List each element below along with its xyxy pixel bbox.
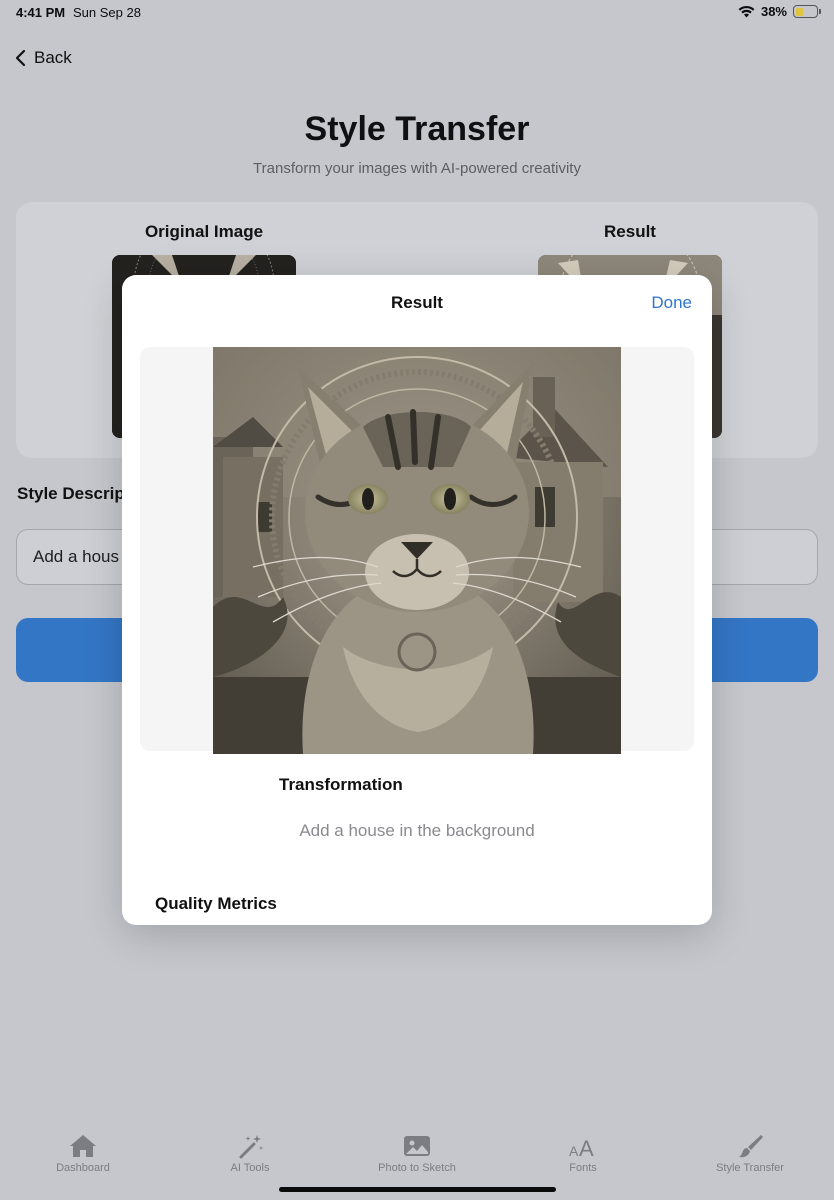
quality-metrics-heading: Quality Metrics bbox=[155, 894, 277, 913]
tab-label: Dashboard bbox=[56, 1162, 110, 1174]
magic-wand-icon bbox=[239, 1135, 263, 1159]
back-button[interactable]: Back bbox=[15, 48, 72, 68]
tab-style-transfer[interactable]: Style Transfer bbox=[690, 1133, 810, 1174]
battery-fill bbox=[795, 7, 804, 16]
font-size-icon: A A bbox=[569, 1136, 594, 1159]
wifi-icon bbox=[738, 5, 755, 18]
status-indicators: 38% bbox=[738, 4, 821, 19]
result-image[interactable] bbox=[213, 347, 621, 754]
back-label: Back bbox=[34, 48, 72, 67]
page-subtitle: Transform your images with AI-powered cr… bbox=[253, 160, 581, 177]
photo-icon bbox=[404, 1136, 430, 1156]
chevron-left-icon bbox=[15, 49, 26, 67]
tab-label: Style Transfer bbox=[716, 1162, 784, 1174]
tab-label: Fonts bbox=[569, 1162, 597, 1174]
result-image-graphic bbox=[213, 347, 621, 754]
tab-label: AI Tools bbox=[230, 1162, 270, 1174]
house-icon bbox=[70, 1135, 96, 1157]
battery-icon bbox=[793, 5, 821, 18]
tab-label: Photo to Sketch bbox=[378, 1162, 456, 1174]
svg-text:A: A bbox=[579, 1136, 594, 1159]
done-button[interactable]: Done bbox=[651, 293, 692, 313]
status-bar: 4:41 PM Sun Sep 28 38% bbox=[0, 0, 834, 26]
status-time: 4:41 PM bbox=[16, 5, 66, 20]
tab-ai-tools[interactable]: AI Tools bbox=[190, 1133, 310, 1174]
result-modal: Result Done Transformation Add a house i… bbox=[122, 275, 712, 925]
home-indicator bbox=[279, 1187, 556, 1192]
tab-dashboard[interactable]: Dashboard bbox=[23, 1133, 143, 1174]
transformation-heading: Transformation bbox=[279, 775, 403, 794]
paintbrush-icon bbox=[739, 1135, 763, 1158]
app-screen: 4:41 PM Sun Sep 28 38% Back Style Transf… bbox=[0, 0, 834, 1200]
tab-photo-to-sketch[interactable]: Photo to Sketch bbox=[357, 1133, 477, 1174]
original-image-label: Original Image bbox=[144, 222, 264, 241]
result-image-label: Result bbox=[604, 222, 656, 241]
modal-title: Result bbox=[391, 293, 443, 312]
transformation-description: Add a house in the background bbox=[299, 821, 535, 840]
battery-percent: 38% bbox=[760, 4, 787, 19]
status-date: Sun Sep 28 bbox=[73, 5, 141, 20]
page-title: Style Transfer bbox=[304, 110, 530, 148]
style-description-label: Style Descrip bbox=[17, 484, 125, 503]
tab-fonts[interactable]: A A Fonts bbox=[523, 1133, 643, 1174]
svg-text:A: A bbox=[569, 1143, 579, 1159]
